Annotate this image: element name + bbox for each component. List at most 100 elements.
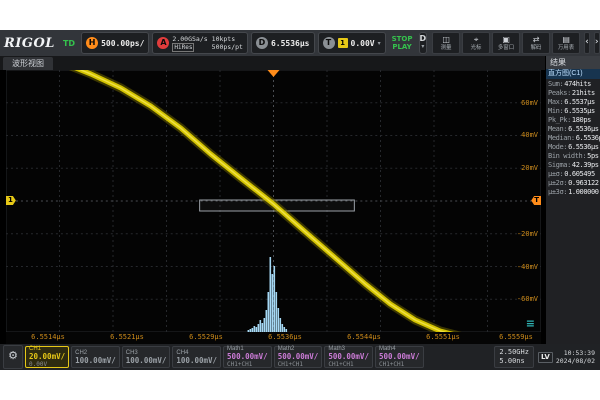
memory-depth: 10kpts [212,35,243,43]
channel-box-ch4[interactable]: CH4100.00mV/ [172,346,221,368]
stat-row: μ±σ:0.605495 [546,170,600,179]
stat-row: Median:6.5536μs [546,134,600,143]
t-axis-label: 6.5529μs [189,333,223,341]
stat-label: Mode: [548,143,567,152]
rigol-logo: RIGOL [4,36,55,51]
screenshot-canvas: RIGOL T D H 500.00ps/ A 2.00GSa/s 10kpts … [0,0,600,400]
stat-value: 6.5536μs [568,125,599,134]
channel-scale: 20.00mV/ [29,353,65,361]
trigger-settings-button[interactable]: T 1 0.00V ▾ [318,32,386,54]
channel-box-math3[interactable]: Math3500.00mV/CH1+CH1 [324,346,373,368]
sample-resolution: 500ps/pt [212,43,243,52]
v-axis-label: -40mV [517,263,538,271]
channel-scale: 500.00mV/ [328,353,369,361]
menu-icon[interactable]: ≡ [526,318,535,329]
histogram-result-title[interactable]: 直方图(C1) [546,69,600,79]
stat-row: Mode:6.5536μs [546,143,600,152]
tab-waveform-view[interactable]: 波形视图 [3,57,53,70]
channel-box-math1[interactable]: Math1500.00mV/CH1+CH1 [223,346,272,368]
stat-label: Sum: [548,80,563,89]
settings-gear-button[interactable]: ⚙ [3,345,23,369]
channel-sub: CH1+CH1 [379,361,420,368]
channel-sub: CH1+CH1 [278,361,319,368]
stat-label: Mean: [548,125,567,134]
tool-cursor-button[interactable]: ⌖光标 [462,32,490,54]
delay-icon: D [256,37,268,49]
horizontal-scale-button[interactable]: H 500.00ps/ [81,32,149,54]
stat-label: μ±2σ: [548,179,567,188]
channel-scale: 500.00mV/ [379,353,420,361]
acquisition-button[interactable]: A 2.00GSa/s 10kpts HiRes 500ps/pt [152,32,248,54]
tool-label: 光标 [471,44,482,50]
results-panel: 结果 直方图(C1) Sum:474hitsPeaks:21hitsMax:6.… [545,56,600,344]
tool-multi-window-button[interactable]: ▣多窗口 [492,32,520,54]
channel-box-ch3[interactable]: CH3100.00mV/ [122,346,171,368]
default-label: D [420,35,427,43]
tool-dvm-button[interactable]: ▤万用表 [552,32,580,54]
channel-box-ch2[interactable]: CH2100.00mV/ [71,346,120,368]
clock-date: 2024/08/02 [556,357,595,365]
t-axis-label: 6.5536μs [268,333,302,341]
stat-label: Peaks: [548,89,571,98]
t-axis-label: 6.5521μs [110,333,144,341]
stat-value: 5ps [587,152,598,161]
v-axis-label: -60mV [517,295,538,303]
stat-label: μ±3σ: [548,188,567,197]
chevron-down-icon: ▾ [378,40,381,47]
stat-row: Peaks:21hits [546,89,600,98]
stat-label: Sigma: [548,161,571,170]
stat-label: Median: [548,134,575,143]
v-axis-label: -20mV [517,230,538,238]
counter-period: 5.00ns [499,357,529,366]
main-area: 波形视图 1 T ≡ 60mV40mV20mV-20mV-40mV-60mV 6… [0,56,600,344]
channel-boxes: CH120.00mV/0.00VCH2100.00mV/CH3100.00mV/… [25,346,424,368]
channel-sub: CH1+CH1 [328,361,369,368]
channel-box-ch1[interactable]: CH120.00mV/0.00V [25,346,69,368]
clock-time: 10:53:39 [564,349,595,357]
stat-value: 0.963122 [568,179,599,188]
waveform-plot[interactable]: 1 T ≡ 60mV40mV20mV-20mV-40mV-60mV [6,70,541,332]
tool-label: 测量 [441,44,452,50]
stat-value: 1.000000 [568,188,599,197]
horizontal-icon: H [86,37,98,49]
channel-sub: 0.00V [29,361,65,368]
stat-value: 474hits [564,80,591,89]
channel-scale: 100.00mV/ [126,357,167,365]
trigger-position-marker[interactable] [268,70,280,77]
delay-value: 6.5536μs [271,39,310,48]
waveform-svg [6,70,541,332]
stat-row: Pk_Pk:180ps [546,116,600,125]
trigger-level-value: 0.00V [351,39,375,48]
toolbar-prev-button[interactable]: ‹ [584,32,590,54]
counter-box[interactable]: 2.50GHz 5.00ns [494,346,534,368]
horizontal-delay-button[interactable]: D 6.5536μs [251,32,315,54]
t-axis-label: 6.5559μs [499,333,533,341]
default-button[interactable]: D ▾ [419,32,428,54]
v-axis-label: 20mV [521,164,538,172]
oscilloscope-screen: RIGOL T D H 500.00ps/ A 2.00GSa/s 10kpts … [0,30,600,370]
view-tabs: 波形视图 [0,56,545,70]
channel-scale: 100.00mV/ [75,357,116,365]
topbar: RIGOL T D H 500.00ps/ A 2.00GSa/s 10kpts … [0,30,600,56]
channel-scale: 500.00mV/ [278,353,319,361]
tool-measure-button[interactable]: ◫测量 [432,32,460,54]
multi-window-icon: ▣ [502,35,510,44]
stat-value: 6.5536μs [576,134,600,143]
clock-area: LV 10:53:39 2024/08/02 [536,349,597,365]
stat-row: μ±2σ:0.963122 [546,179,600,188]
tool-decode-button[interactable]: ⇄解码 [522,32,550,54]
channel-box-math2[interactable]: Math2500.00mV/CH1+CH1 [274,346,323,368]
waveform-column: 波形视图 1 T ≡ 60mV40mV20mV-20mV-40mV-60mV 6… [0,56,545,344]
cursor-icon: ⌖ [474,35,479,44]
histogram-stats: Sum:474hitsPeaks:21hitsMax:6.5537μsMin:6… [546,79,600,197]
channel-scale: 100.00mV/ [176,357,217,365]
toolbar-next-button[interactable]: › [594,32,600,54]
stat-row: Sigma:42.39ps [546,161,600,170]
stat-row: Sum:474hits [546,80,600,89]
channel-box-math4[interactable]: Math4500.00mV/CH1+CH1 [375,346,424,368]
run-state-button[interactable]: STOP PLAY [389,33,416,53]
stat-row: Bin width:5ps [546,152,600,161]
lan-status-badge: LV [538,352,553,363]
histogram-bars [248,257,288,332]
trigger-icon: T [323,37,335,49]
